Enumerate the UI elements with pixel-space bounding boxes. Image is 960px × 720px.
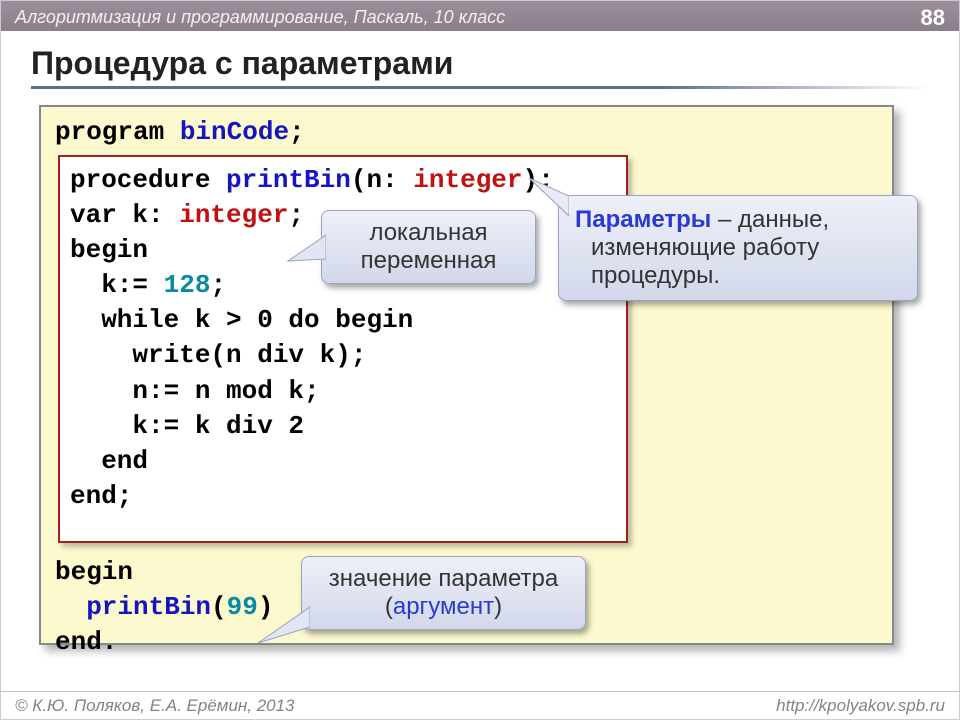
title-rule: [31, 86, 929, 89]
slide: Алгоритмизация и программирование, Паска…: [0, 0, 960, 720]
callout-tail-icon: [286, 229, 326, 263]
page-title: Процедура с параметрами: [31, 45, 929, 82]
callout-argument: значение параметра (аргумент): [301, 556, 586, 630]
page-number: 88: [921, 5, 945, 31]
topbar: Алгоритмизация и программирование, Паска…: [1, 1, 959, 31]
outer-code: program binCode;: [41, 107, 892, 158]
outer-code-bottom: begin printBin(99) end.: [41, 547, 287, 668]
footer-left: © К.Ю. Поляков, Е.А. Ерёмин, 2013: [15, 696, 295, 716]
callout-local-variable: локальная переменная: [321, 210, 536, 284]
subject-text: Алгоритмизация и программирование, Паска…: [15, 7, 505, 28]
callout-tail-icon: [525, 174, 569, 218]
footer-right: http://kpolyakov.spb.ru: [776, 696, 945, 716]
footer: © К.Ю. Поляков, Е.А. Ерёмин, 2013 http:/…: [1, 691, 959, 719]
callout-parameters: Параметры – данные, изменяющие работу пр…: [558, 195, 918, 301]
callout-tail-icon: [254, 603, 310, 647]
